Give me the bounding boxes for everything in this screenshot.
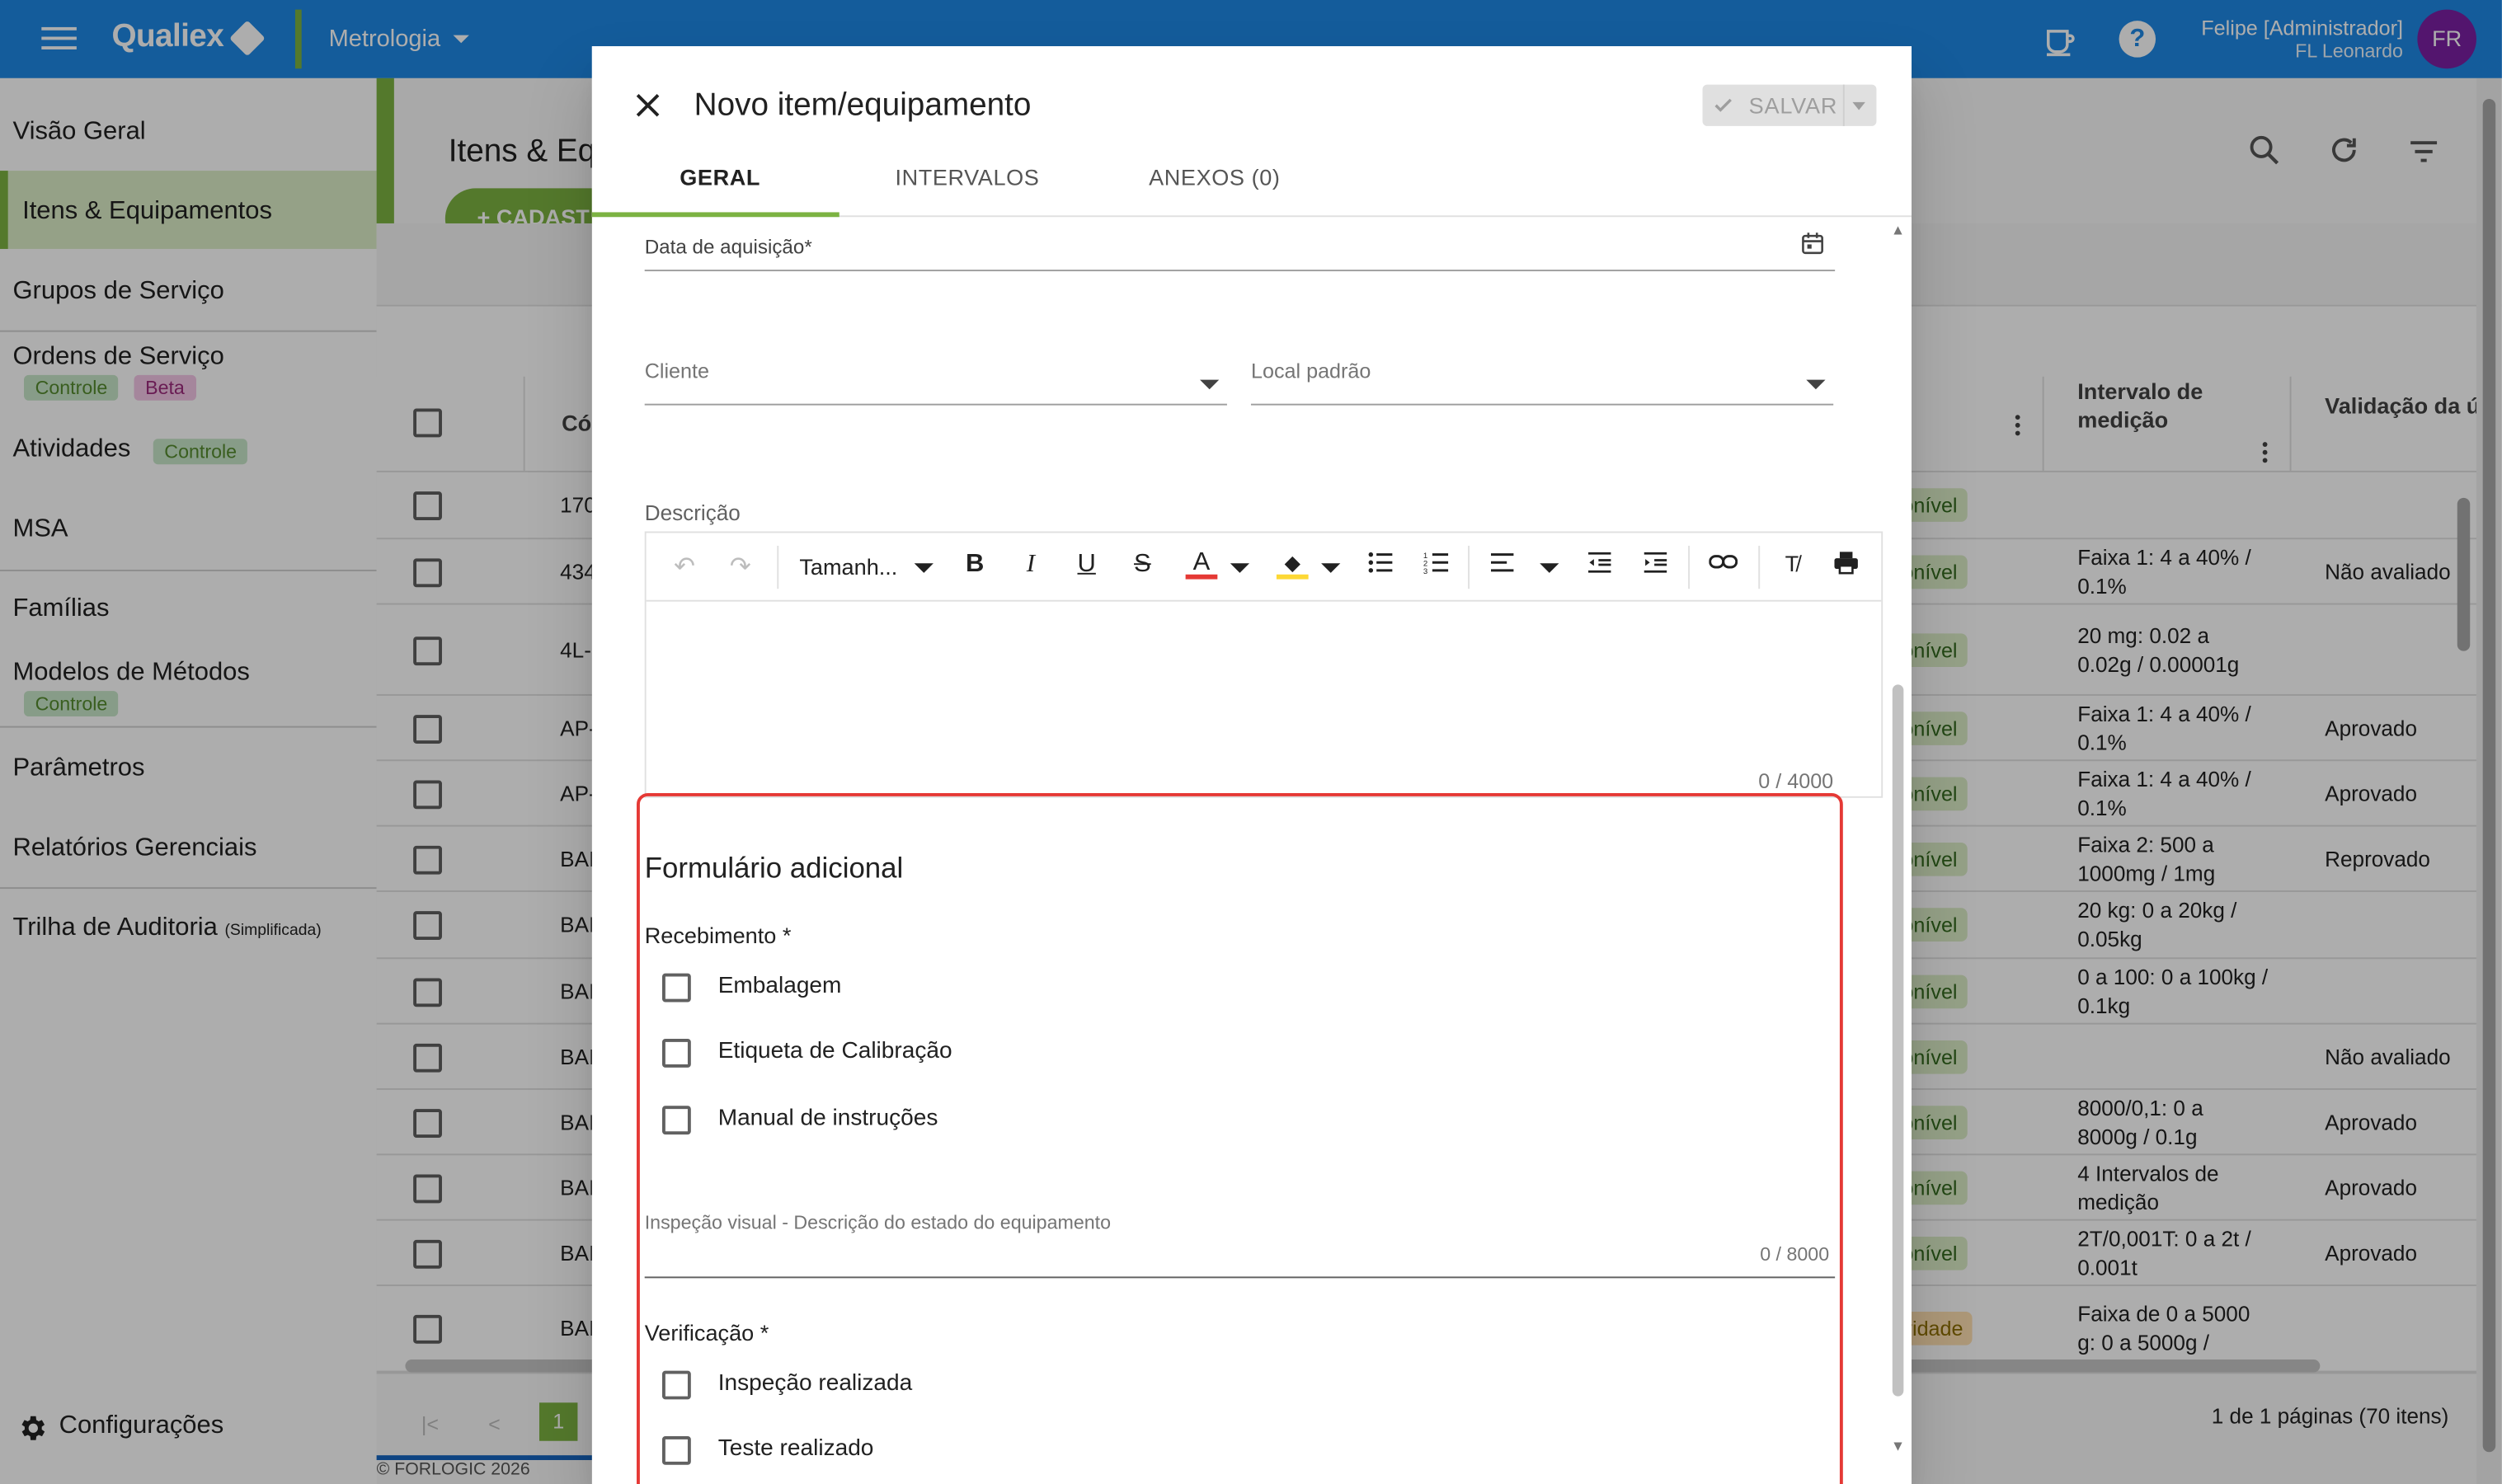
tab-geral[interactable]: GERAL [680, 164, 760, 190]
chevron-down-icon[interactable] [1200, 379, 1220, 390]
acquisition-date-label: Data de aquisição* [644, 236, 812, 259]
chevron-down-icon[interactable] [1230, 563, 1250, 573]
print-icon[interactable] [1830, 551, 1862, 583]
dialog-body: Data de aquisição* Cliente Local padrão … [592, 217, 1912, 1484]
dialog-header: Novo item/equipamento SALVAR GERAL INTER… [591, 46, 1912, 218]
svg-text:3: 3 [1423, 567, 1427, 575]
default-location-label: Local padrão [1250, 359, 1371, 383]
text-color-icon[interactable]: A [1185, 550, 1218, 580]
calendar-icon[interactable] [1800, 230, 1826, 257]
check-icon [1714, 98, 1732, 112]
chevron-down-icon[interactable] [1321, 563, 1341, 573]
default-location-select[interactable] [1250, 403, 1834, 406]
editor-toolbar: ↶ ↷ Tamanh... B I U S A ◆ 123 T̸ [646, 533, 1882, 602]
dialog-title: Novo item/equipamento [694, 87, 1032, 124]
tab-intervalos[interactable]: INTERVALOS [895, 164, 1039, 190]
save-button[interactable]: SALVAR [1702, 84, 1877, 126]
bullet-list-icon[interactable] [1364, 551, 1396, 583]
numbered-list-icon[interactable]: 123 [1420, 551, 1452, 583]
dialog-scrollbar-thumb[interactable] [1892, 684, 1904, 1397]
italic-icon[interactable]: I [1015, 551, 1047, 580]
client-label: Cliente [644, 359, 710, 383]
description-editor[interactable]: ↶ ↷ Tamanh... B I U S A ◆ 123 T̸ 0 / 400… [644, 531, 1884, 798]
scroll-down-arrow-icon[interactable]: ▼ [1891, 1438, 1905, 1453]
strikethrough-icon[interactable]: S [1126, 551, 1159, 580]
link-icon[interactable] [1707, 551, 1739, 581]
description-label: Descrição [644, 500, 741, 525]
bold-icon[interactable]: B [959, 551, 991, 580]
toolbar-divider [777, 545, 779, 589]
save-button-divider [1842, 84, 1845, 126]
scroll-up-arrow-icon[interactable]: ▲ [1891, 222, 1905, 237]
redo-icon[interactable]: ↷ [724, 551, 756, 583]
save-options-chevron-icon[interactable] [1852, 101, 1865, 110]
toolbar-divider [1468, 545, 1470, 589]
undo-icon[interactable]: ↶ [669, 551, 701, 583]
chevron-down-icon[interactable] [914, 563, 934, 573]
chevron-down-icon[interactable] [1540, 563, 1559, 573]
toolbar-divider [1758, 545, 1761, 589]
highlight-box [637, 792, 1843, 1484]
highlight-color-icon[interactable]: ◆ [1276, 551, 1309, 580]
tab-anexos[interactable]: ANEXOS (0) [1149, 164, 1280, 190]
underline-icon[interactable]: U [1070, 551, 1103, 580]
clear-format-icon[interactable]: T̸ [1776, 551, 1808, 576]
new-item-dialog: Novo item/equipamento SALVAR GERAL INTER… [591, 46, 1912, 1484]
close-icon[interactable] [630, 87, 665, 123]
indent-icon[interactable] [1639, 551, 1671, 583]
font-size-select[interactable]: Tamanh... [799, 554, 897, 580]
client-select[interactable] [644, 403, 1227, 406]
outdent-icon[interactable] [1583, 551, 1615, 583]
editor-character-counter: 0 / 4000 [1758, 768, 1834, 793]
save-button-label: SALVAR [1748, 92, 1838, 119]
acquisition-date-input[interactable] [644, 270, 1836, 272]
toolbar-divider [1688, 545, 1691, 589]
chevron-down-icon[interactable] [1806, 379, 1826, 390]
align-left-icon[interactable] [1485, 551, 1517, 583]
